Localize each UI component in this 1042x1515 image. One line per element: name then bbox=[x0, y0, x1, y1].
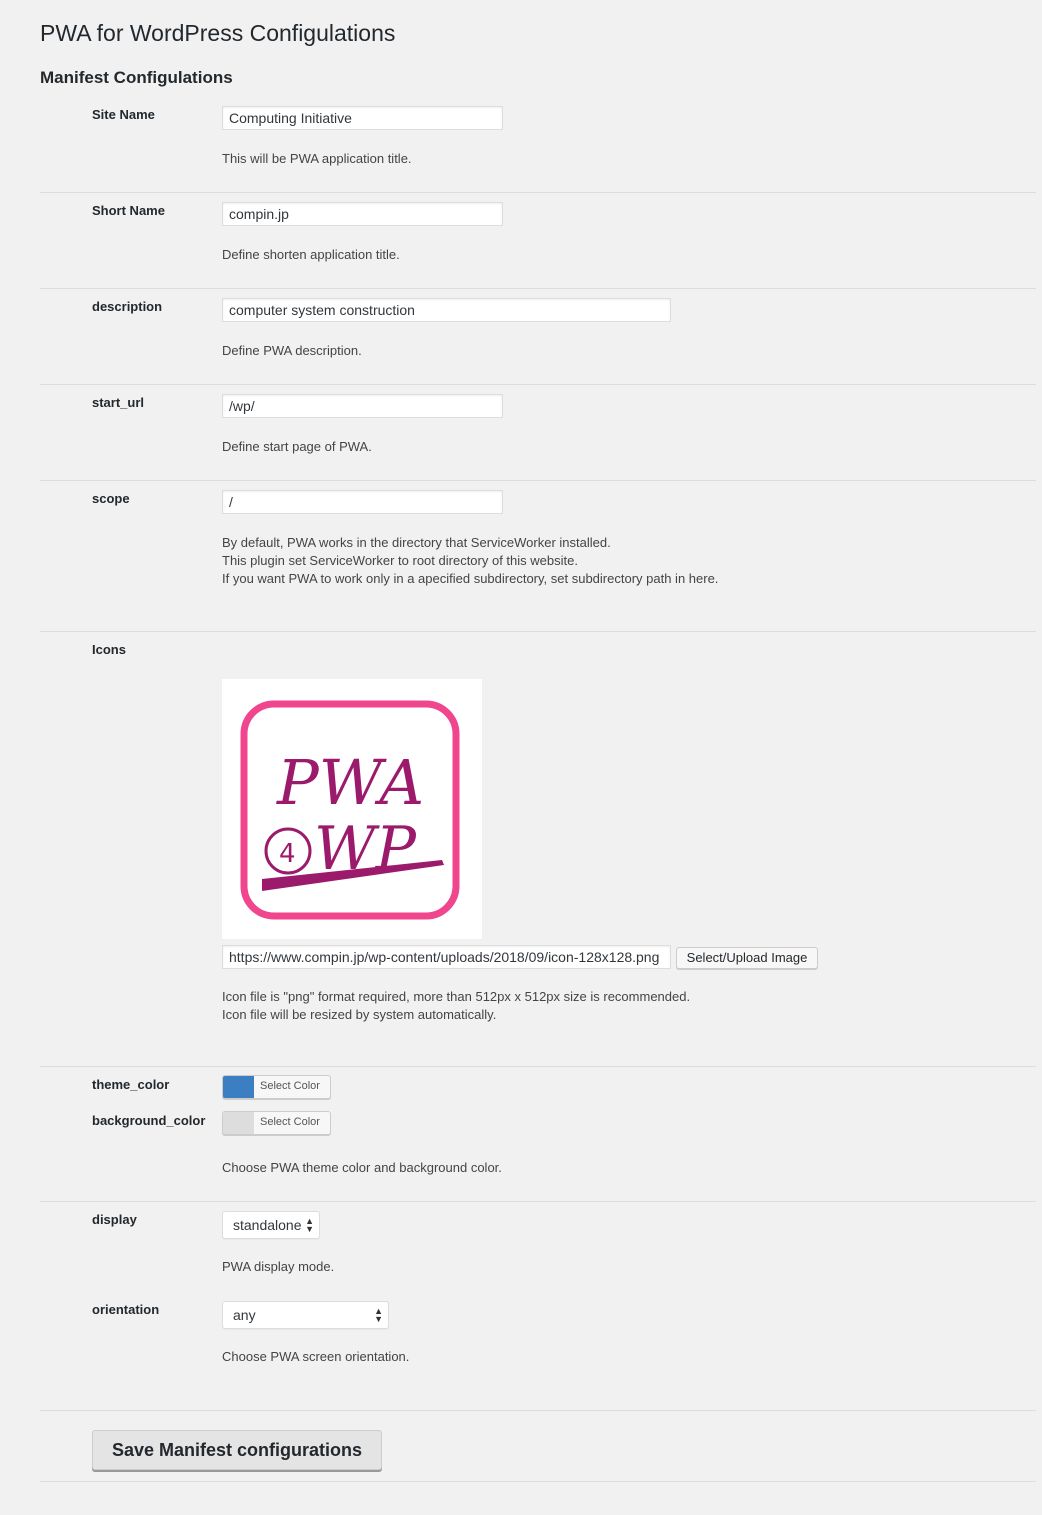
orientation-select[interactable]: any ▲ ▼ bbox=[222, 1301, 389, 1329]
colors-description: Choose PWA theme color and background co… bbox=[222, 1160, 502, 1175]
pwa-logo-text: PWA bbox=[276, 746, 424, 819]
scope-description-line: If you want PWA to work only in a apecif… bbox=[222, 571, 719, 586]
select-arrows-icon: ▲ ▼ bbox=[305, 1216, 314, 1234]
short-name-input[interactable]: compin.jp bbox=[222, 202, 503, 226]
background-color-picker-button[interactable]: Select Color bbox=[222, 1111, 331, 1135]
start-url-input[interactable]: /wp/ bbox=[222, 394, 503, 418]
pwa-logo-icon: PWA 4 WP bbox=[240, 700, 460, 920]
theme-color-label: theme_color bbox=[92, 1077, 170, 1092]
display-selected-value: standalone bbox=[233, 1217, 302, 1233]
background-color-label: background_color bbox=[92, 1113, 206, 1128]
display-description: PWA display mode. bbox=[222, 1259, 335, 1274]
start-url-description: Define start page of PWA. bbox=[222, 439, 372, 454]
divider bbox=[40, 1066, 1036, 1067]
orientation-label: orientation bbox=[92, 1302, 160, 1317]
description-description: Define PWA description. bbox=[222, 343, 362, 358]
background-color-button-label: Select Color bbox=[260, 1116, 320, 1128]
display-select[interactable]: standalone ▲ ▼ bbox=[222, 1211, 320, 1239]
icons-description: Icon file is "png" format required, more… bbox=[222, 988, 690, 1024]
scope-description-line: This plugin set ServiceWorker to root di… bbox=[222, 553, 578, 568]
theme-color-swatch bbox=[223, 1076, 254, 1098]
divider bbox=[40, 631, 1036, 632]
scope-label: scope bbox=[92, 491, 130, 506]
icons-description-line: Icon file will be resized by system auto… bbox=[222, 1007, 497, 1022]
scope-input[interactable]: / bbox=[222, 490, 503, 514]
site-name-label: Site Name bbox=[92, 107, 155, 122]
theme-color-picker-button[interactable]: Select Color bbox=[222, 1075, 331, 1099]
save-manifest-button[interactable]: Save Manifest configurations bbox=[92, 1430, 382, 1470]
site-name-description: This will be PWA application title. bbox=[222, 151, 412, 166]
orientation-description: Choose PWA screen orientation. bbox=[222, 1349, 410, 1364]
select-arrows-icon: ▲ ▼ bbox=[374, 1306, 383, 1324]
description-label: description bbox=[92, 299, 163, 314]
divider bbox=[40, 1410, 1036, 1411]
svg-text:4: 4 bbox=[279, 839, 296, 869]
short-name-description: Define shorten application title. bbox=[222, 247, 400, 262]
divider bbox=[40, 384, 1036, 385]
background-color-swatch bbox=[223, 1112, 254, 1134]
divider bbox=[40, 1481, 1036, 1482]
description-input[interactable]: computer system construction bbox=[222, 298, 671, 322]
theme-color-button-label: Select Color bbox=[260, 1080, 320, 1092]
section-title: Manifest Configulations bbox=[40, 68, 233, 87]
page-title: PWA for WordPress Configulations bbox=[40, 20, 396, 46]
icons-description-line: Icon file is "png" format required, more… bbox=[222, 989, 691, 1004]
icon-url-input[interactable]: https://www.compin.jp/wp-content/uploads… bbox=[222, 945, 671, 969]
orientation-selected-value: any bbox=[233, 1307, 256, 1323]
display-label: display bbox=[92, 1212, 137, 1227]
site-name-input[interactable]: Computing Initiative bbox=[222, 106, 503, 130]
divider bbox=[40, 192, 1036, 193]
start-url-label: start_url bbox=[92, 395, 145, 410]
select-upload-image-button[interactable]: Select/Upload Image bbox=[676, 947, 818, 969]
short-name-label: Short Name bbox=[92, 203, 165, 218]
icon-preview-image: PWA 4 WP bbox=[222, 679, 482, 939]
divider bbox=[40, 480, 1036, 481]
icons-label: Icons bbox=[92, 642, 126, 657]
divider bbox=[40, 288, 1036, 289]
divider bbox=[40, 1201, 1036, 1202]
scope-description: By default, PWA works in the directory t… bbox=[222, 534, 718, 588]
scope-description-line: By default, PWA works in the directory t… bbox=[222, 535, 611, 550]
